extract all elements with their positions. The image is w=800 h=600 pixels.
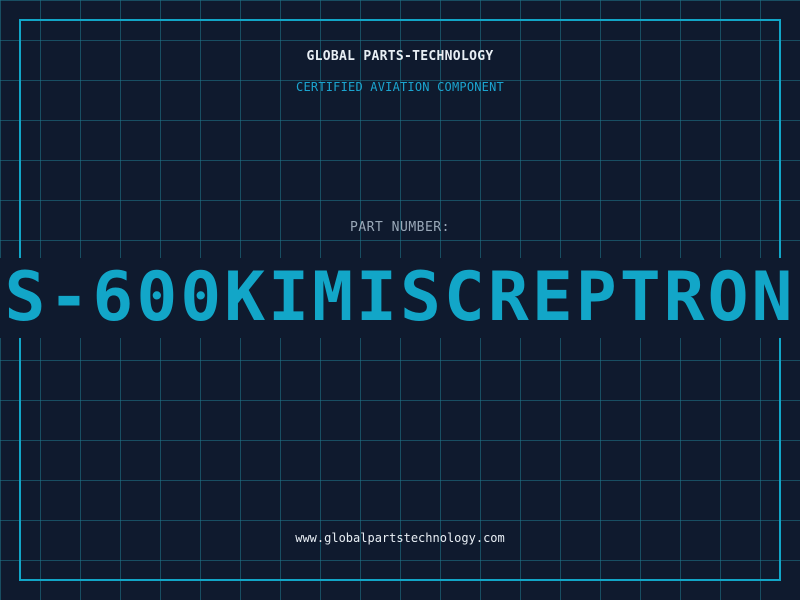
part-number-value: S-600KIMISCREPTRON — [4, 258, 796, 337]
company-name: GLOBAL PARTS-TECHNOLOGY — [306, 49, 494, 64]
certification-tagline: CERTIFIED AVIATION COMPONENT — [296, 80, 504, 94]
website-url: www.globalpartstechnology.com — [295, 531, 505, 545]
part-number-container: S-600KIMISCREPTRON — [0, 258, 800, 338]
part-label-card: GLOBAL PARTS-TECHNOLOGY CERTIFIED AVIATI… — [0, 0, 800, 600]
part-number-label: PART NUMBER: — [350, 220, 450, 235]
